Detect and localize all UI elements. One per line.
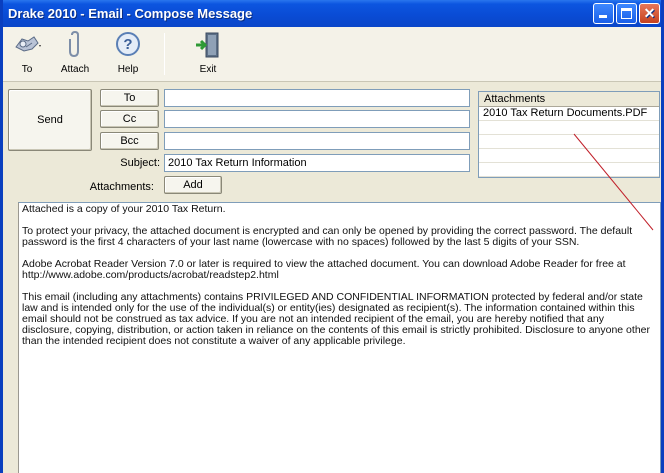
close-button[interactable]: ✕ bbox=[639, 3, 660, 24]
compose-header: Send To Cc Bcc Subject: 2010 Tax Return … bbox=[3, 83, 661, 201]
attachments-list[interactable]: Attachments 2010 Tax Return Documents.PD… bbox=[478, 91, 660, 178]
message-paragraph: Attached is a copy of your 2010 Tax Retu… bbox=[22, 203, 226, 215]
window-title: Drake 2010 - Email - Compose Message bbox=[8, 6, 253, 21]
body-left-gutter bbox=[6, 202, 18, 473]
attachments-header: Attachments bbox=[479, 92, 659, 107]
attachment-row bbox=[479, 121, 659, 135]
send-button[interactable]: Send bbox=[8, 89, 92, 151]
help-tool-label: Help bbox=[117, 64, 139, 75]
exit-door-icon bbox=[196, 32, 219, 58]
bcc-button[interactable]: Bcc bbox=[100, 132, 159, 150]
attachment-row bbox=[479, 135, 659, 149]
help-tool-button[interactable]: ? Help bbox=[106, 31, 150, 79]
to-tool-button[interactable]: To bbox=[5, 31, 49, 79]
message-paragraph: Adobe Acrobat Reader Version 7.0 or late… bbox=[22, 258, 626, 281]
toolbar: To Attach ? Help Exit bbox=[3, 27, 661, 82]
help-icon: ? bbox=[116, 32, 140, 56]
title-bar: Drake 2010 - Email - Compose Message ✕ bbox=[3, 0, 661, 27]
exit-tool-button[interactable]: Exit bbox=[186, 31, 230, 79]
attachment-row bbox=[479, 149, 659, 163]
attach-tool-label: Attach bbox=[60, 64, 90, 75]
message-paragraph: This email (including any attachments) c… bbox=[22, 291, 650, 347]
attachment-row bbox=[479, 163, 659, 177]
attach-tool-button[interactable]: Attach bbox=[53, 31, 97, 79]
to-button[interactable]: To bbox=[100, 89, 159, 107]
subject-label: Subject: bbox=[120, 157, 160, 169]
close-icon: ✕ bbox=[643, 5, 656, 21]
cc-button[interactable]: Cc bbox=[100, 110, 159, 128]
bcc-field[interactable] bbox=[164, 132, 470, 150]
compose-window: Drake 2010 - Email - Compose Message ✕ T… bbox=[0, 0, 664, 473]
to-field[interactable] bbox=[164, 89, 470, 107]
paperclip-icon bbox=[69, 31, 79, 58]
to-tool-label: To bbox=[21, 64, 33, 75]
message-paragraph: To protect your privacy, the attached do… bbox=[22, 225, 633, 248]
add-attachment-button[interactable]: Add bbox=[164, 176, 222, 194]
subject-field[interactable]: 2010 Tax Return Information bbox=[164, 154, 470, 172]
exit-tool-label: Exit bbox=[199, 64, 217, 75]
maximize-icon bbox=[621, 8, 632, 19]
maximize-button[interactable] bbox=[616, 3, 637, 24]
toolbar-separator bbox=[164, 33, 165, 75]
attachments-label: Attachments: bbox=[89, 181, 154, 193]
address-book-icon bbox=[15, 36, 41, 52]
cc-field[interactable] bbox=[164, 110, 470, 128]
message-body[interactable]: Attached is a copy of your 2010 Tax Retu… bbox=[18, 202, 661, 473]
minimize-icon bbox=[599, 15, 607, 18]
attachment-row[interactable]: 2010 Tax Return Documents.PDF bbox=[479, 107, 659, 121]
svg-text:?: ? bbox=[123, 36, 132, 53]
minimize-button[interactable] bbox=[593, 3, 614, 24]
